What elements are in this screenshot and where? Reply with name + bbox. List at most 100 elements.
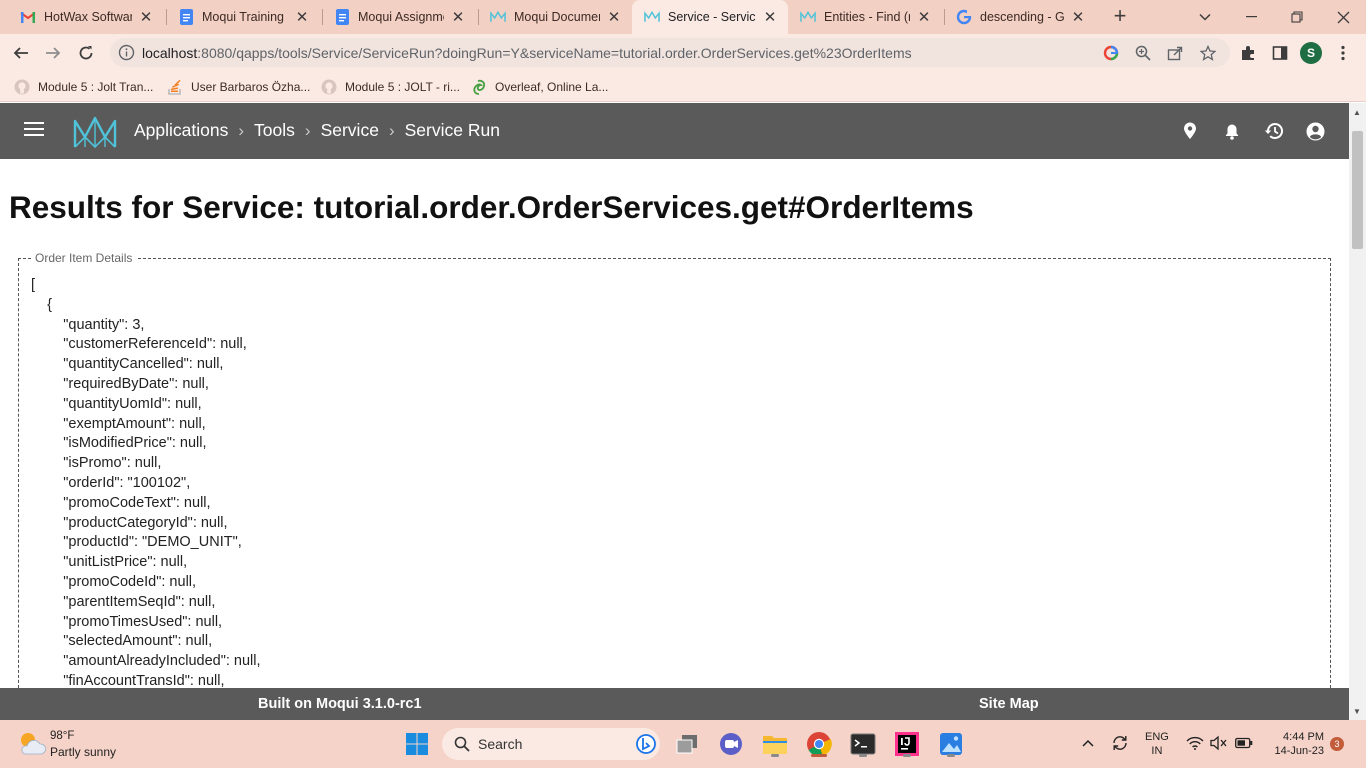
volume-muted-icon[interactable] bbox=[1210, 734, 1228, 752]
breadcrumb-tools[interactable]: Tools bbox=[254, 120, 295, 141]
json-line: [ bbox=[31, 277, 36, 293]
bookmark-module5-jolt[interactable]: Module 5 : JOLT - ri... bbox=[321, 76, 460, 98]
browser-tab-moqui-assignment[interactable]: Moqui Assignme ✕ bbox=[322, 0, 476, 34]
address-bar[interactable]: localhost:8080/qapps/tools/Service/Servi… bbox=[110, 38, 1230, 67]
browser-menu-kebab-icon[interactable] bbox=[1333, 43, 1353, 63]
json-line: "productCategoryId": null, bbox=[31, 514, 228, 531]
running-indicator bbox=[859, 754, 867, 757]
file-explorer-icon[interactable] bbox=[760, 729, 790, 759]
browser-tab-moqui-documentation[interactable]: Moqui Documen ✕ bbox=[478, 0, 632, 34]
show-hidden-icons-chevron-icon[interactable] bbox=[1079, 734, 1097, 752]
account-circle-icon[interactable] bbox=[1304, 120, 1326, 142]
region-code: IN bbox=[1151, 745, 1163, 757]
close-tab-icon[interactable]: ✕ bbox=[762, 8, 778, 26]
side-panel-icon[interactable] bbox=[1270, 43, 1290, 63]
tab-search-chevron-icon[interactable] bbox=[1182, 0, 1228, 34]
bookmark-label: Overleaf, Online La... bbox=[495, 80, 609, 94]
app-header: Applications › Tools › Service › Service… bbox=[0, 103, 1349, 159]
close-tab-icon[interactable]: ✕ bbox=[916, 8, 932, 26]
google-lens-icon[interactable] bbox=[1102, 44, 1120, 62]
sync-icon[interactable] bbox=[1111, 734, 1129, 752]
close-tab-icon[interactable]: ✕ bbox=[1070, 8, 1086, 26]
scrollbar-thumb[interactable] bbox=[1352, 131, 1363, 249]
windows-start-icon[interactable] bbox=[402, 729, 432, 759]
clock-time: 4:44 PM bbox=[1283, 731, 1324, 743]
close-tab-icon[interactable]: ✕ bbox=[138, 8, 154, 26]
github-icon bbox=[321, 79, 337, 95]
scroll-down-arrow-icon[interactable]: ▼ bbox=[1353, 707, 1361, 716]
zoom-icon[interactable] bbox=[1134, 44, 1152, 62]
bookmark-module5-jolt-transform[interactable]: Module 5 : Jolt Tran... bbox=[14, 76, 153, 98]
minimize-window-icon[interactable] bbox=[1228, 0, 1274, 34]
teams-chat-icon[interactable] bbox=[716, 729, 746, 759]
chrome-icon[interactable] bbox=[804, 729, 834, 759]
weather-temperature[interactable]: 98°F bbox=[50, 730, 74, 742]
url-text[interactable]: localhost:8080/qapps/tools/Service/Servi… bbox=[142, 45, 912, 61]
running-indicator bbox=[947, 754, 955, 757]
notifications-bell-icon[interactable] bbox=[1221, 120, 1243, 142]
browser-tab-hotwax[interactable]: HotWax Software ✕ bbox=[8, 0, 164, 34]
page-scrollbar[interactable]: ▲ ▼ bbox=[1349, 103, 1366, 720]
clock-date: 14-Jun-23 bbox=[1274, 745, 1324, 757]
close-tab-icon[interactable]: ✕ bbox=[606, 8, 622, 26]
share-icon[interactable] bbox=[1166, 44, 1184, 62]
json-line: "promoTimesUsed": null, bbox=[31, 613, 223, 630]
browser-tab-entities-find[interactable]: Entities - Find (m ✕ bbox=[788, 0, 942, 34]
bookmark-stackoverflow-user[interactable]: User Barbaros Özha... bbox=[167, 76, 310, 98]
scroll-up-arrow-icon[interactable]: ▲ bbox=[1353, 108, 1361, 117]
location-pin-icon[interactable] bbox=[1179, 120, 1201, 142]
json-line: "productId": "DEMO_UNIT", bbox=[31, 534, 242, 551]
hamburger-menu-icon[interactable] bbox=[24, 122, 44, 140]
breadcrumb-applications[interactable]: Applications bbox=[134, 120, 228, 141]
bookmarks-bar: Module 5 : Jolt Tran... User Barbaros Öz… bbox=[0, 71, 1366, 102]
tab-title: Service - Service bbox=[668, 10, 756, 24]
task-view-icon[interactable] bbox=[672, 729, 702, 759]
json-line: "exemptAmount": null, bbox=[31, 415, 206, 432]
bing-icon bbox=[636, 734, 656, 754]
bookmark-star-icon[interactable] bbox=[1199, 44, 1217, 62]
app-footer: Built on Moqui 3.1.0-rc1 Site Map bbox=[0, 688, 1349, 720]
chevron-right-icon: › bbox=[388, 120, 395, 140]
taskbar-clock[interactable]: 4:44 PM 14-Jun-23 bbox=[1268, 730, 1324, 758]
wifi-icon[interactable] bbox=[1186, 734, 1204, 752]
weather-description[interactable]: Partly sunny bbox=[50, 745, 116, 759]
browser-tab-moqui-training[interactable]: Moqui Training S ✕ bbox=[166, 0, 320, 34]
input-language-indicator[interactable]: ENG IN bbox=[1145, 730, 1169, 758]
overleaf-icon bbox=[471, 79, 487, 95]
photos-app-icon[interactable] bbox=[936, 729, 966, 759]
reload-icon[interactable] bbox=[73, 40, 99, 66]
site-info-icon[interactable] bbox=[118, 44, 135, 61]
json-line: { bbox=[31, 296, 52, 313]
extensions-puzzle-icon[interactable] bbox=[1238, 43, 1258, 63]
google-docs-icon bbox=[178, 9, 194, 25]
json-output: [ { "quantity": 3, "customerReferenceId"… bbox=[31, 276, 261, 692]
close-tab-icon[interactable]: ✕ bbox=[450, 8, 466, 26]
back-arrow-icon[interactable] bbox=[8, 40, 34, 66]
windows-taskbar: 98°F Partly sunny Search ENG IN 4:44 PM … bbox=[0, 720, 1366, 768]
taskbar-search-box[interactable]: Search bbox=[442, 728, 660, 760]
browser-tab-descending-google[interactable]: descending - Go ✕ bbox=[944, 0, 1096, 34]
forward-arrow-icon[interactable] bbox=[40, 40, 66, 66]
moqui-logo-icon[interactable] bbox=[72, 115, 118, 149]
weather-sun-cloud-icon[interactable] bbox=[16, 729, 46, 757]
built-on-moqui-link[interactable]: Built on Moqui 3.1.0-rc1 bbox=[258, 696, 422, 712]
bookmark-label: Module 5 : JOLT - ri... bbox=[345, 80, 460, 94]
json-line: "isPromo": null, bbox=[31, 455, 162, 472]
site-map-link[interactable]: Site Map bbox=[979, 696, 1039, 712]
close-tab-icon[interactable]: ✕ bbox=[294, 8, 310, 26]
terminal-icon[interactable] bbox=[848, 729, 878, 759]
new-tab-plus-icon[interactable]: + bbox=[1108, 4, 1132, 30]
close-window-icon[interactable] bbox=[1320, 0, 1366, 34]
browser-tab-service-active[interactable]: Service - Service ✕ bbox=[632, 0, 788, 34]
bookmark-overleaf[interactable]: Overleaf, Online La... bbox=[471, 76, 608, 98]
history-icon[interactable] bbox=[1262, 120, 1284, 142]
breadcrumb-service-run[interactable]: Service Run bbox=[405, 120, 500, 141]
gmail-icon bbox=[20, 9, 36, 25]
battery-icon[interactable] bbox=[1235, 734, 1253, 752]
profile-avatar[interactable]: S bbox=[1300, 42, 1322, 64]
restore-window-icon[interactable] bbox=[1274, 0, 1320, 34]
tab-title: Moqui Training S bbox=[202, 10, 288, 24]
notification-count-badge[interactable]: 3 bbox=[1330, 737, 1344, 751]
intellij-idea-icon[interactable] bbox=[892, 729, 922, 759]
breadcrumb-service[interactable]: Service bbox=[321, 120, 379, 141]
